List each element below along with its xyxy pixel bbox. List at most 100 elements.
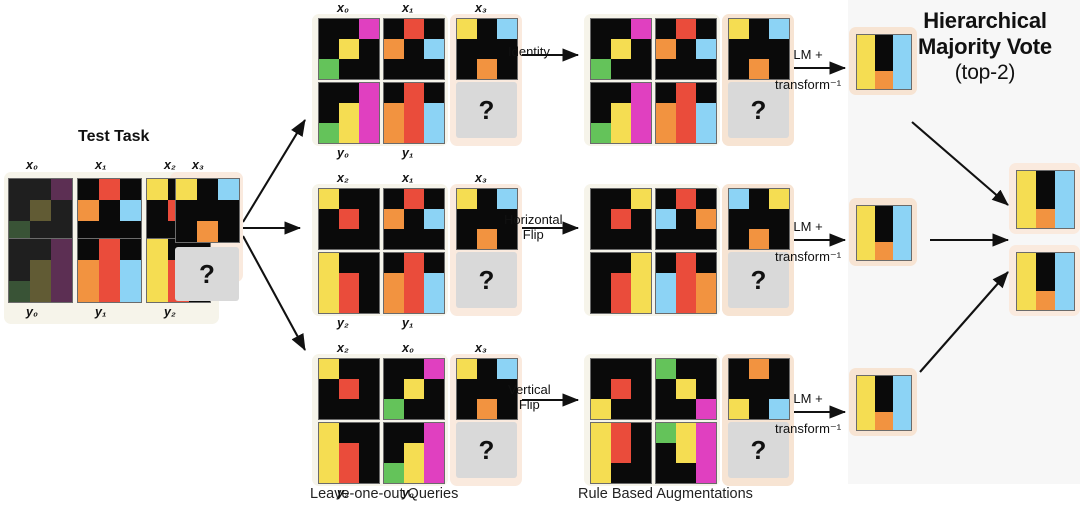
- branch-identity-query-pair-0-input: [318, 18, 380, 80]
- branch-horizontal-flip-aug-pair-0-output: [590, 252, 652, 314]
- branch-identity-qlabel-top-1: x₁: [402, 1, 414, 15]
- grid-cell-yellow: [30, 281, 51, 302]
- grid-cell-orange: [78, 260, 99, 281]
- grid-cell-black: [729, 209, 749, 229]
- grid-cell-black: [591, 209, 611, 229]
- grid-cell-yellow: [857, 242, 875, 260]
- pair-x0-y0-input: [8, 178, 73, 243]
- grid-cell-black: [875, 394, 893, 412]
- grid-cell-orange: [656, 103, 676, 123]
- grid-cell-skyblue: [893, 71, 911, 89]
- grid-cell-black: [631, 423, 651, 443]
- grid-cell-black: [404, 229, 424, 249]
- grid-cell-black: [319, 229, 339, 249]
- grid-cell-black: [51, 200, 72, 221]
- grid-cell-black: [147, 200, 168, 221]
- grid-cell-black: [384, 189, 404, 209]
- grid-cell-black: [749, 399, 769, 419]
- grid-cell-black: [30, 239, 51, 260]
- branch-horizontal-flip-lm-label: LM + transform⁻¹: [775, 219, 842, 264]
- grid-cell-red: [404, 83, 424, 103]
- grid-cell-black: [218, 200, 239, 221]
- grid-cell-yellow: [729, 399, 749, 419]
- grid-cell-black: [875, 224, 893, 242]
- grid-cell-yellow: [857, 53, 875, 71]
- grid-cell-black: [9, 239, 30, 260]
- pair-x1-y1-output: [77, 238, 142, 303]
- grid-cell-red: [676, 253, 696, 273]
- grid-cell-black: [339, 359, 359, 379]
- grid-cell-orange: [78, 281, 99, 302]
- branch-horizontal-flip-query-question: ?: [456, 252, 517, 308]
- grid-cell-black: [384, 59, 404, 79]
- grid-cell-black: [218, 221, 239, 242]
- grid-cell-magenta: [359, 19, 379, 39]
- grid-cell-black: [197, 179, 218, 200]
- grid-cell-skyblue: [1055, 209, 1074, 228]
- grid-cell-red: [99, 281, 120, 302]
- grid-cell-black: [404, 209, 424, 229]
- grid-cell-orange: [1036, 209, 1055, 228]
- branch-horizontal-flip-qlabel-bottom-0: y₂: [337, 316, 349, 330]
- grid-cell-black: [611, 359, 631, 379]
- branch-horizontal-flip-prediction-grid: [856, 205, 912, 261]
- grid-cell-yellow: [591, 423, 611, 443]
- grid-cell-black: [319, 103, 339, 123]
- branch-identity-qlabel-bottom-1: y₁: [402, 146, 414, 160]
- grid-cell-yellow: [319, 443, 339, 463]
- grid-cell-black: [656, 443, 676, 463]
- grid-cell-red: [404, 253, 424, 273]
- grid-cell-skyblue: [1055, 171, 1074, 190]
- grid-cell-red: [404, 273, 424, 293]
- grid-cell-magenta: [696, 399, 716, 419]
- grid-cell-skyblue: [656, 273, 676, 293]
- grid-cell-black: [696, 189, 716, 209]
- grid-cell-black: [591, 19, 611, 39]
- grid-cell-black: [656, 229, 676, 249]
- grid-cell-black: [656, 379, 676, 399]
- grid-cell-black: [729, 59, 749, 79]
- grid-cell-black: [457, 399, 477, 419]
- grid-cell-red: [676, 293, 696, 313]
- grid-cell-orange: [875, 71, 893, 89]
- grid-cell-yellow: [176, 179, 197, 200]
- grid-cell-black: [424, 229, 444, 249]
- branch-horizontal-flip-aug-pair-1-output: [655, 252, 717, 314]
- grid-cell-black: [384, 423, 404, 443]
- grid-cell-yellow: [319, 189, 339, 209]
- grid-cell-black: [9, 260, 30, 281]
- branch-identity-query-pair-1-input: [383, 18, 445, 80]
- grid-cell-black: [611, 189, 631, 209]
- grid-cell-red: [676, 273, 696, 293]
- test-label-y₁: y₁: [95, 305, 107, 319]
- grid-cell-black: [424, 19, 444, 39]
- grid-cell-orange: [78, 200, 99, 221]
- grid-cell-yellow: [769, 189, 789, 209]
- branch-vertical-flip-query-pair-1-input: [383, 358, 445, 420]
- grid-cell-red: [611, 273, 631, 293]
- grid-cell-skyblue: [120, 281, 141, 302]
- grid-cell-red: [339, 463, 359, 483]
- grid-cell-yellow: [30, 200, 51, 221]
- grid-cell-magenta: [359, 83, 379, 103]
- grid-cell-yellow: [319, 463, 339, 483]
- grid-cell-black: [404, 39, 424, 59]
- grid-cell-black: [424, 379, 444, 399]
- pair-x0-y0-output: [8, 238, 73, 303]
- grid-cell-yellow: [1017, 253, 1036, 272]
- grid-cell-black: [611, 399, 631, 419]
- grid-cell-red: [404, 293, 424, 313]
- grid-cell-red: [611, 379, 631, 399]
- grid-cell-red: [676, 19, 696, 39]
- grid-cell-yellow: [676, 443, 696, 463]
- grid-cell-black: [676, 209, 696, 229]
- grid-cell-red: [676, 189, 696, 209]
- branch-horizontal-flip-aug-pair-0-input: [590, 188, 652, 250]
- grid-cell-black: [457, 209, 477, 229]
- grid-cell-yellow: [147, 239, 168, 260]
- grid-cell-black: [384, 19, 404, 39]
- grid-cell-black: [404, 359, 424, 379]
- grid-cell-skyblue: [120, 200, 141, 221]
- grid-cell-black: [656, 399, 676, 419]
- branch-horizontal-flip-qlabel-bottom-1: y₁: [402, 316, 414, 330]
